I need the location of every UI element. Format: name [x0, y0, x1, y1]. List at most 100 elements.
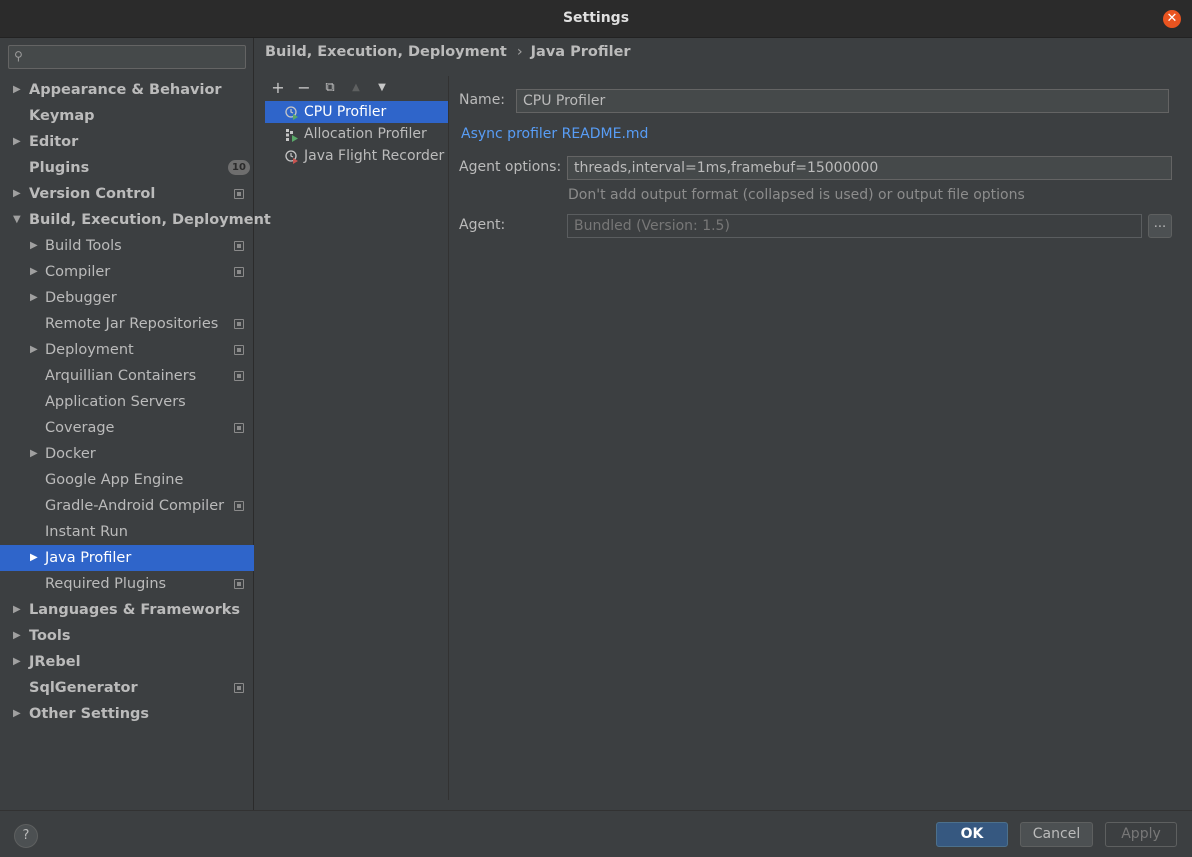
- sidebar-item-gradle-android-compiler[interactable]: Gradle-Android Compiler: [0, 493, 254, 519]
- sidebar-item-label: Plugins: [29, 160, 90, 176]
- sidebar-item-label: Languages & Frameworks: [29, 602, 241, 618]
- chevron-right-icon[interactable]: ▶: [30, 441, 38, 467]
- profiler-label: CPU Profiler: [304, 104, 387, 120]
- settings-tree: ▶ Appearance & Behavior Keymap ▶ Editor Plugi…: [0, 77, 271, 727]
- sidebar-item-label: JRebel: [29, 654, 81, 670]
- remove-icon[interactable]: −: [294, 78, 314, 98]
- settings-sidebar: ⚲ ▶ Appearance & Behavior Keymap ▶ Editor Plu…: [0, 38, 271, 810]
- sidebar-item-label: Application Servers: [45, 394, 186, 410]
- project-settings-icon: [234, 345, 244, 355]
- move-down-icon[interactable]: ▼: [372, 78, 392, 98]
- sidebar-item-label: Debugger: [45, 290, 117, 306]
- sidebar-item-label: Editor: [29, 134, 79, 150]
- move-up-icon[interactable]: ▲: [346, 78, 366, 98]
- sidebar-item-version-control[interactable]: ▶ Version Control: [0, 181, 254, 207]
- sidebar-item-instant-run[interactable]: Instant Run: [0, 519, 254, 545]
- ok-button[interactable]: OK: [936, 822, 1008, 847]
- sidebar-item-debugger[interactable]: ▶ Debugger: [0, 285, 254, 311]
- dialog-footer: ? OK Cancel Apply: [0, 810, 1192, 857]
- sidebar-item-languages-frameworks[interactable]: ▶ Languages & Frameworks: [0, 597, 254, 623]
- apply-button[interactable]: Apply: [1105, 822, 1177, 847]
- name-field[interactable]: CPU Profiler: [516, 89, 1169, 113]
- sidebar-item-label: Build Tools: [45, 238, 122, 254]
- chevron-right-icon[interactable]: ▶: [13, 623, 21, 649]
- project-settings-icon: [234, 683, 244, 693]
- chevron-down-icon[interactable]: ▼: [13, 207, 21, 233]
- search-input[interactable]: ⚲: [8, 45, 246, 69]
- flight-recorder-icon: [285, 149, 299, 164]
- sidebar-item-build-tools[interactable]: ▶ Build Tools: [0, 233, 254, 259]
- chevron-right-icon[interactable]: ▶: [30, 259, 38, 285]
- search-icon: ⚲: [14, 49, 23, 63]
- title-bar: Settings ✕: [0, 0, 1192, 38]
- sidebar-item-label: Arquillian Containers: [45, 368, 197, 384]
- sidebar-item-remote-jar-repositories[interactable]: Remote Jar Repositories: [0, 311, 254, 337]
- project-settings-icon: [234, 423, 244, 433]
- sidebar-item-required-plugins[interactable]: Required Plugins: [0, 571, 254, 597]
- chevron-right-icon[interactable]: ▶: [13, 129, 21, 155]
- sidebar-item-docker[interactable]: ▶ Docker: [0, 441, 254, 467]
- chevron-right-icon[interactable]: ▶: [30, 285, 38, 311]
- sidebar-item-application-servers[interactable]: Application Servers: [0, 389, 254, 415]
- profiler-list-item[interactable]: CPU Profiler: [265, 101, 449, 123]
- chevron-right-icon[interactable]: ▶: [30, 233, 38, 259]
- sidebar-item-editor[interactable]: ▶ Editor: [0, 129, 254, 155]
- sidebar-item-deployment[interactable]: ▶ Deployment: [0, 337, 254, 363]
- sidebar-item-label: Required Plugins: [45, 576, 167, 592]
- breadcrumb-parent[interactable]: Build, Execution, Deployment: [265, 44, 507, 60]
- project-settings-icon: [234, 241, 244, 251]
- sidebar-item-google-app-engine[interactable]: Google App Engine: [0, 467, 254, 493]
- sidebar-item-tools[interactable]: ▶ Tools: [0, 623, 254, 649]
- breadcrumb-current: Java Profiler: [530, 44, 631, 60]
- chevron-right-icon[interactable]: ▶: [30, 545, 38, 571]
- chevron-right-icon[interactable]: ▶: [13, 181, 21, 207]
- sidebar-item-appearance-behavior[interactable]: ▶ Appearance & Behavior: [0, 77, 254, 103]
- sidebar-item-other-settings[interactable]: ▶ Other Settings: [0, 701, 254, 727]
- sidebar-item-label: Gradle-Android Compiler: [45, 498, 225, 514]
- project-settings-icon: [234, 501, 244, 511]
- copy-icon[interactable]: ⧉: [320, 78, 340, 98]
- cancel-button[interactable]: Cancel: [1020, 822, 1093, 847]
- chevron-right-icon[interactable]: ▶: [30, 337, 38, 363]
- chevron-right-icon[interactable]: ▶: [13, 701, 21, 727]
- cpu-profiler-icon: [285, 105, 299, 120]
- sidebar-item-label: Instant Run: [45, 524, 128, 540]
- sidebar-item-label: Java Profiler: [45, 550, 132, 566]
- profiler-list-item[interactable]: Allocation Profiler: [265, 123, 449, 145]
- browse-button[interactable]: ...: [1148, 214, 1172, 238]
- sidebar-item-label: Other Settings: [29, 706, 150, 722]
- sidebar-item-arquillian-containers[interactable]: Arquillian Containers: [0, 363, 254, 389]
- sidebar-item-keymap[interactable]: Keymap: [0, 103, 254, 129]
- chevron-right-icon[interactable]: ▶: [13, 649, 21, 675]
- sidebar-item-label: Version Control: [29, 186, 156, 202]
- sidebar-item-sqlgenerator[interactable]: SqlGenerator: [0, 675, 254, 701]
- agent-options-field[interactable]: threads,interval=1ms,framebuf=15000000: [567, 156, 1172, 180]
- plugins-update-badge: 10: [228, 160, 250, 175]
- add-icon[interactable]: +: [268, 78, 288, 98]
- project-settings-icon: [234, 189, 244, 199]
- sidebar-item-plugins[interactable]: Plugins 10: [0, 155, 254, 181]
- sidebar-item-jrebel[interactable]: ▶ JRebel: [0, 649, 254, 675]
- agent-options-label: Agent options:: [459, 159, 562, 175]
- sidebar-item-coverage[interactable]: Coverage: [0, 415, 254, 441]
- chevron-right-icon[interactable]: ▶: [13, 597, 21, 623]
- sidebar-item-compiler[interactable]: ▶ Compiler: [0, 259, 254, 285]
- sidebar-item-build-execution-deployment[interactable]: ▼ Build, Execution, Deployment: [0, 207, 271, 233]
- sidebar-item-label: Tools: [29, 628, 71, 644]
- help-button[interactable]: ?: [14, 824, 38, 848]
- agent-label: Agent:: [459, 217, 506, 233]
- profiler-list: CPU Profiler Allocation Profiler Java Flig…: [265, 101, 449, 167]
- sidebar-item-java-profiler[interactable]: ▶ Java Profiler: [0, 545, 254, 571]
- breadcrumb: Build, Execution, Deployment › Java Profil…: [265, 44, 631, 60]
- sidebar-item-label: Coverage: [45, 420, 115, 436]
- sidebar-item-label: Remote Jar Repositories: [45, 316, 219, 332]
- profiler-list-item[interactable]: Java Flight Recorder: [265, 145, 449, 167]
- close-icon[interactable]: ✕: [1163, 10, 1181, 28]
- sidebar-item-label: Build, Execution, Deployment: [29, 212, 271, 228]
- allocation-profiler-icon: [285, 127, 299, 142]
- readme-link[interactable]: Async profiler README.md: [461, 126, 648, 142]
- breadcrumb-separator: ›: [516, 44, 523, 60]
- project-settings-icon: [234, 319, 244, 329]
- chevron-right-icon[interactable]: ▶: [13, 77, 21, 103]
- project-settings-icon: [234, 579, 244, 589]
